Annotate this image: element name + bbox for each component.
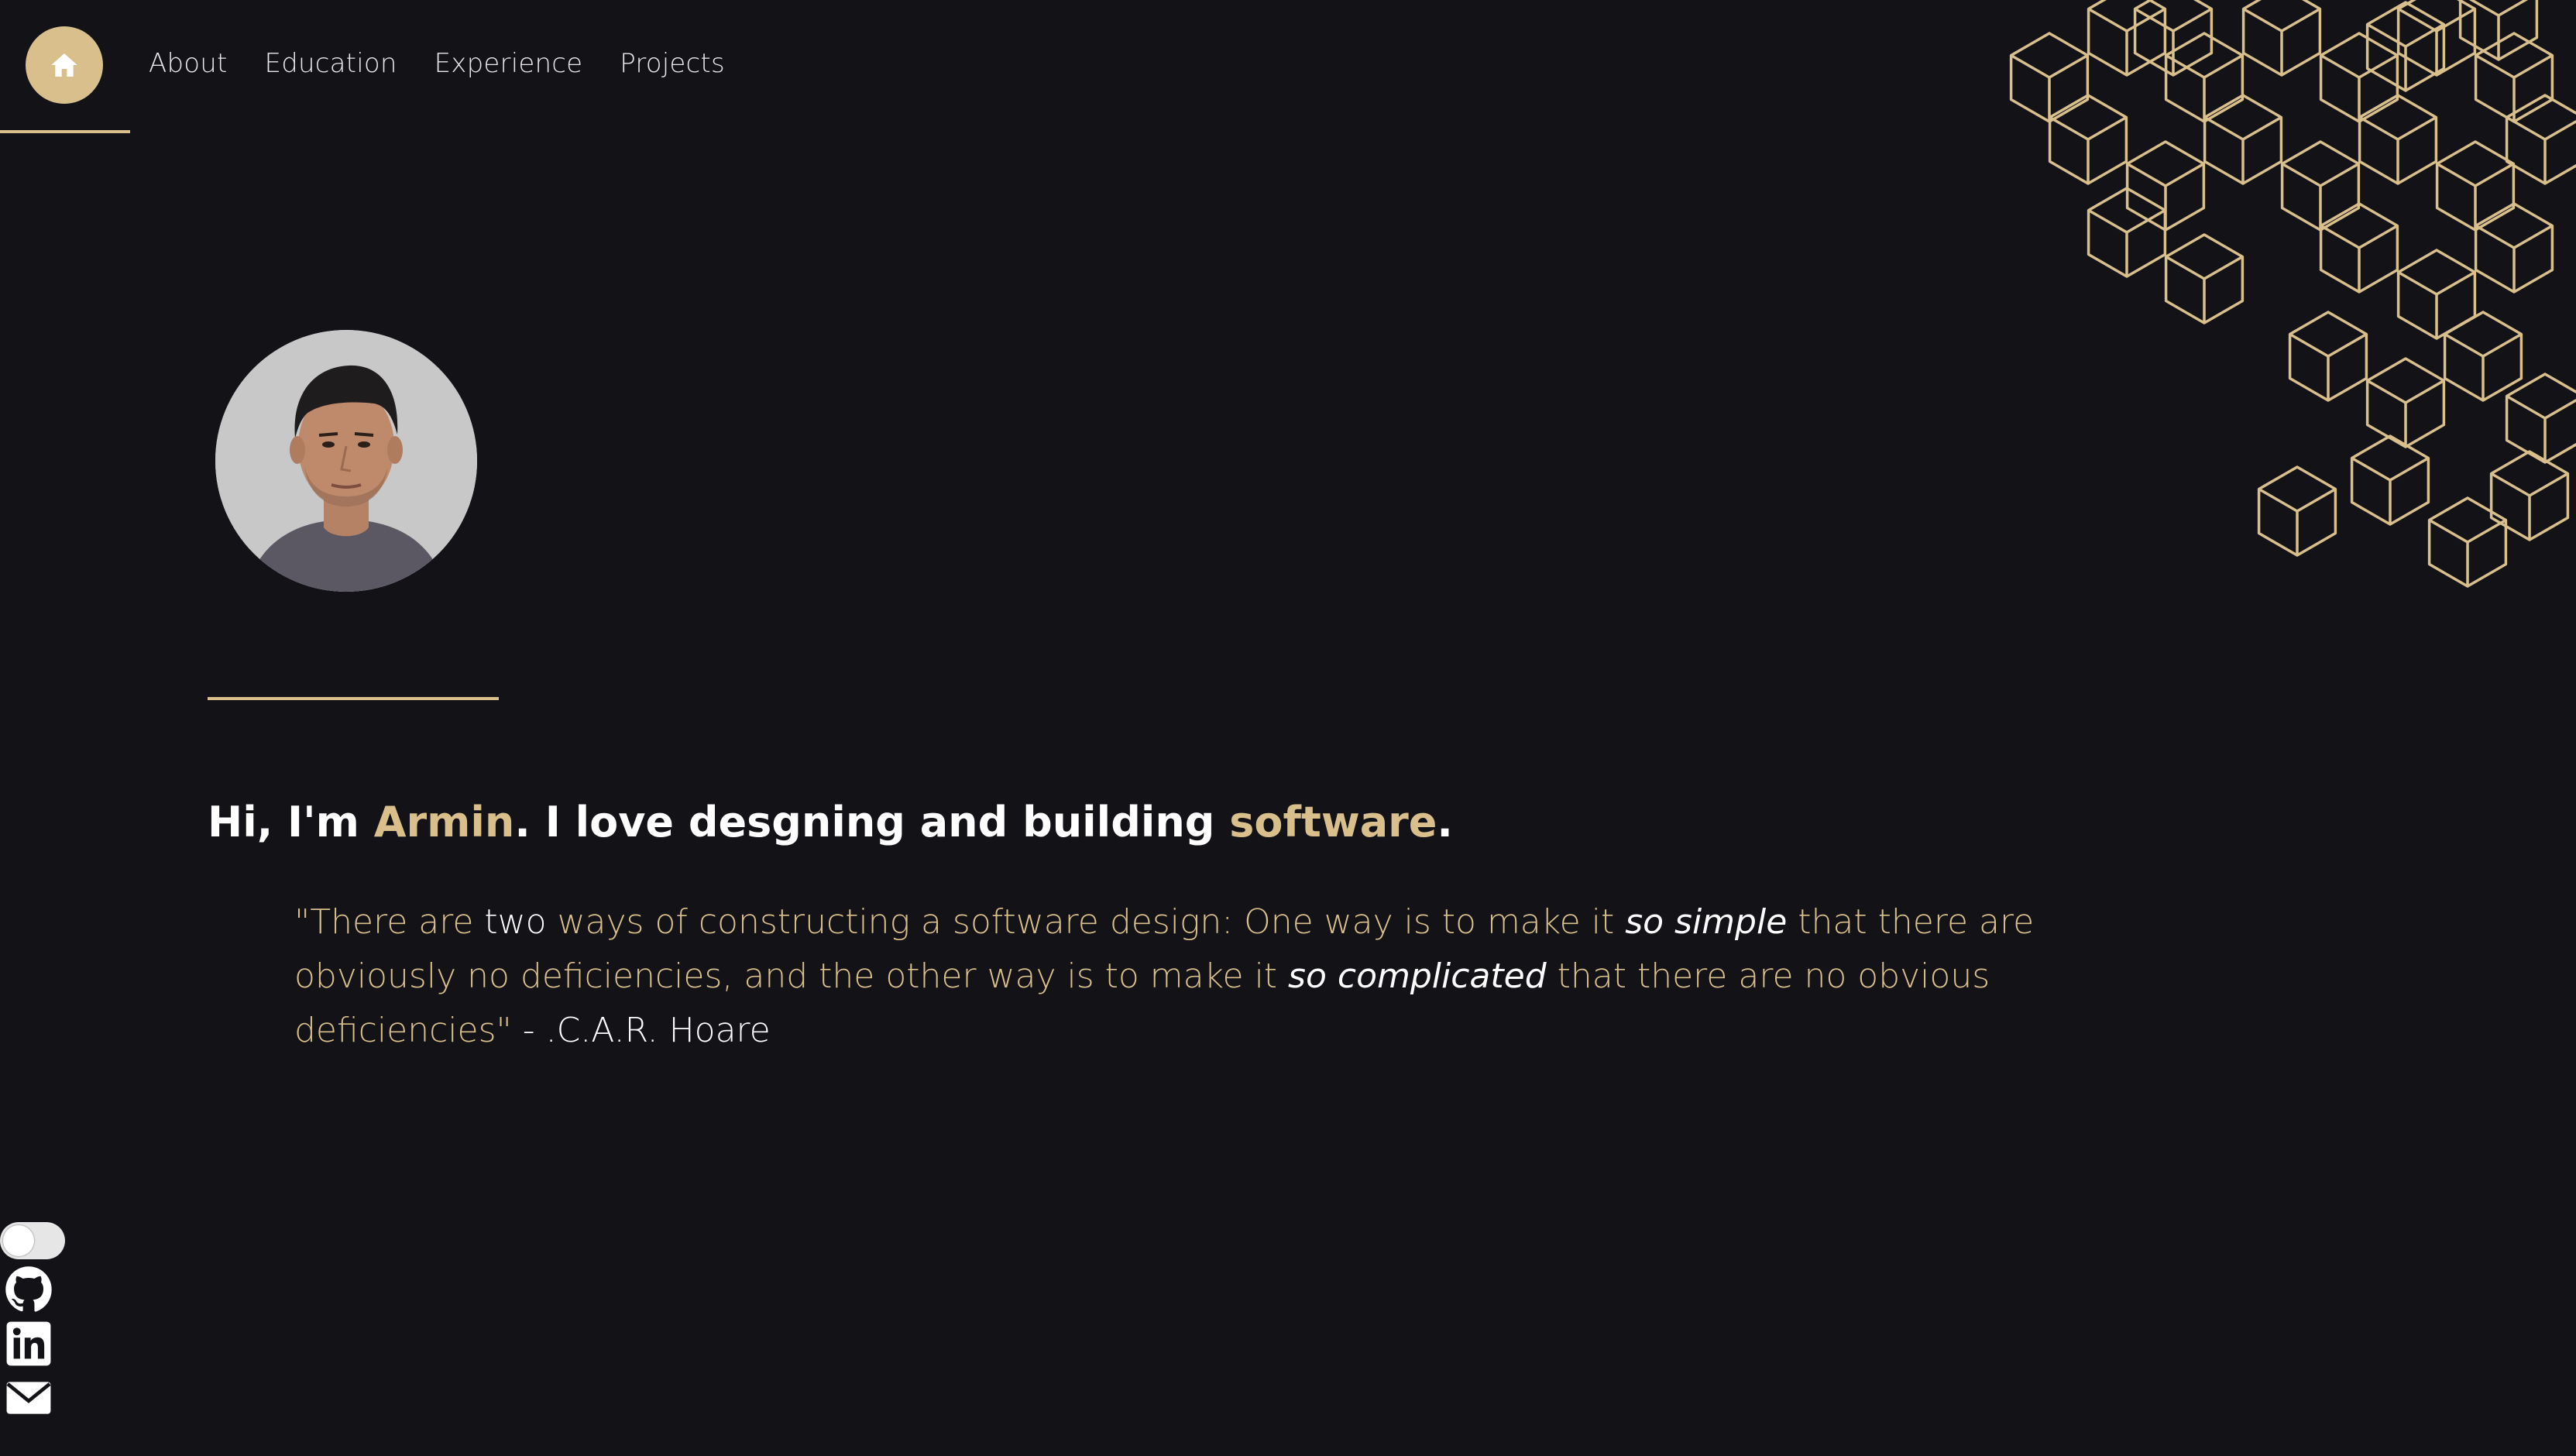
nav-link-projects[interactable]: Projects [620,48,725,79]
github-link[interactable] [5,1265,53,1313]
hex-cube-edges [2444,332,2523,401]
home-nav-item [0,0,130,133]
hex-cube-edges [2165,255,2244,324]
mail-icon [6,1382,51,1414]
headline-mid: . I love desgning and building [514,798,1230,846]
profile-avatar [215,330,477,592]
hex-cube-edges [2428,518,2507,587]
hex-cube-edges [2490,472,2569,541]
hex-cube-edges [2397,270,2476,339]
hero-headline: Hi, I'm Armin. I love desgning and build… [208,798,1453,846]
headline-end: . [1437,798,1453,846]
hex-cube-edges [2468,0,2529,60]
linkedin-icon [6,1321,51,1366]
theme-toggle[interactable] [0,1222,65,1259]
hex-cube-edges [2165,53,2244,122]
quote-part-2: two [484,902,547,942]
page: About Education Experience Projects Hi, … [0,0,2576,1456]
quote-emphasis-1: so simple [1625,902,1788,942]
hex-cube-edges [2281,162,2360,231]
hexagon-pattern-decoration [2009,0,2576,588]
email-link[interactable] [5,1374,53,1422]
hex-cube-edges [2358,115,2437,184]
hex-cube-edges [2242,7,2321,76]
hex-cube-edges [2436,162,2515,231]
home-button[interactable] [26,26,103,104]
nav-link-experience[interactable]: Experience [434,48,583,79]
home-icon [51,53,77,77]
hex-cube-outline [2505,373,2576,464]
github-icon [5,1266,52,1312]
hero-highlight: software [1229,798,1437,846]
hero-quote: "There are two ways of constructing a so… [294,895,2138,1058]
accent-divider [208,697,499,700]
hex-cube-edges [2320,224,2399,293]
quote-author: - .C.A.R. Hoare [511,1011,771,1050]
hex-cube-edges [2087,208,2166,277]
quote-part-1: "There are [294,902,485,942]
linkedin-link[interactable] [5,1320,53,1368]
nav-link-about[interactable]: About [149,48,228,79]
hex-cube-edges [2258,487,2337,556]
hex-cube-edges [2320,53,2399,122]
hex-cube-edges [2506,115,2576,184]
toggle-knob [3,1225,34,1256]
hex-cube-edges [2506,394,2576,463]
hex-cube-edges [2289,332,2368,401]
hex-cube-edges [2366,22,2445,91]
profile-photo [215,330,477,592]
quote-part-3: ways of constructing a software design: … [546,902,1626,942]
quote-emphasis-2: so complicated [1288,956,1547,996]
hex-cube-edges [2351,456,2430,525]
hex-cube-edges [2203,115,2282,184]
hex-cube-edges [2366,379,2445,448]
main-nav: About Education Experience Projects [149,48,725,79]
hex-cube-edges [2049,115,2128,184]
headline-pre: Hi, I'm [208,798,374,846]
hex-cube-edges [2010,53,2089,122]
hex-cube-outline [2505,94,2576,185]
hex-cube-edges [2475,224,2554,293]
nav-link-education[interactable]: Education [265,48,397,79]
hero-name: Armin [373,798,515,846]
